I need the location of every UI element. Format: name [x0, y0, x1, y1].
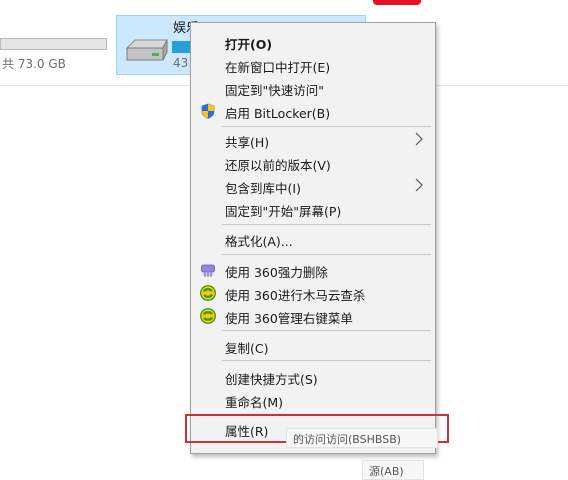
context-menu: 打开(O) 在新窗口中打开(E) 固定到"快速访问" 启用 BitLocker(… [190, 22, 436, 454]
menu-item-label: 固定到"快速访问" [225, 83, 324, 98]
menu-item-label: 打开(O) [225, 37, 273, 52]
chevron-right-icon [415, 178, 423, 192]
menu-item-bitlocker[interactable]: 启用 BitLocker(B) [193, 100, 433, 122]
menu-item-label: 创建快捷方式(S) [225, 372, 318, 387]
menu-item-pin-quick-access[interactable]: 固定到"快速访问" [193, 77, 433, 99]
tooltip-overlay: 源(AB) [362, 460, 424, 480]
hard-drive-icon [125, 39, 168, 61]
menu-item-rename[interactable]: 重命名(M) [193, 389, 433, 411]
menu-item-label: 固定到"开始"屏幕(P) [225, 204, 342, 219]
drive-size-text: 43 [173, 56, 189, 70]
menu-item-360-delete[interactable]: 使用 360强力删除 [193, 259, 433, 281]
menu-item-label: 在新窗口中打开(E) [225, 60, 331, 75]
menu-item-label: 使用 360强力删除 [225, 265, 328, 280]
menu-item-restore-versions[interactable]: 还原以前的版本(V) [193, 152, 433, 174]
360-guard-icon [200, 285, 216, 301]
menu-item-label: 复制(C) [225, 341, 269, 356]
menu-item-label: 还原以前的版本(V) [225, 158, 331, 173]
menu-item-pin-start[interactable]: 固定到"开始"屏幕(P) [193, 198, 433, 220]
menu-item-share[interactable]: 共享(H) [193, 129, 433, 151]
menu-separator [222, 224, 431, 225]
menu-separator [222, 360, 431, 361]
menu-item-copy[interactable]: 复制(C) [193, 335, 433, 357]
drive-usage-bar [172, 41, 190, 53]
window-accent-strip [373, 0, 421, 5]
menu-item-label: 启用 BitLocker(B) [225, 106, 331, 121]
menu-item-360-scan[interactable]: 使用 360进行木马云查杀 [193, 282, 433, 304]
menu-item-360-menu[interactable]: 使用 360管理右键菜单 [193, 305, 433, 327]
menu-item-label: 使用 360管理右键菜单 [225, 311, 353, 326]
shield-icon [201, 103, 215, 119]
menu-separator [222, 254, 431, 255]
drive-usage-bar-left [0, 38, 107, 50]
menu-item-create-shortcut[interactable]: 创建快捷方式(S) [193, 366, 433, 388]
chevron-right-icon [415, 132, 423, 146]
menu-item-label: 使用 360进行木马云查杀 [225, 288, 366, 303]
menu-item-open[interactable]: 打开(O) [193, 31, 433, 53]
360-shred-icon [201, 264, 215, 277]
tooltip-overlay: 的访问访问(BSHBSB) [286, 428, 438, 448]
menu-item-label: 共享(H) [225, 135, 270, 150]
360-guard-icon [200, 308, 216, 324]
menu-item-include-library[interactable]: 包含到库中(I) [193, 175, 433, 197]
menu-item-open-new-window[interactable]: 在新窗口中打开(E) [193, 54, 433, 76]
menu-item-format[interactable]: 格式化(A)... [193, 228, 433, 250]
menu-separator [222, 330, 431, 331]
menu-item-label: 包含到库中(I) [225, 181, 301, 196]
menu-item-label: 重命名(M) [225, 395, 284, 410]
menu-item-label: 格式化(A)... [225, 234, 293, 249]
menu-separator [222, 126, 431, 127]
drive-capacity-text-left: 共 73.0 GB [2, 57, 66, 71]
